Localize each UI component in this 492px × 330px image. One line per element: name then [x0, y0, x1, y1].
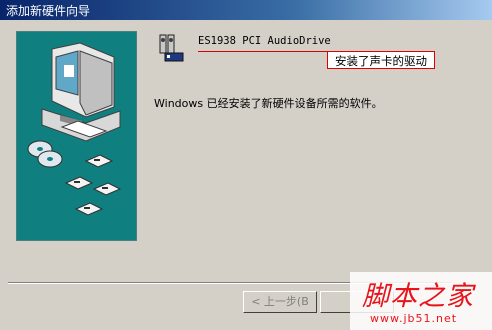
watermark-url: www.jb51.net	[370, 312, 458, 325]
window-title: 添加新硬件向导	[6, 4, 91, 18]
back-button[interactable]: < 上一步(B	[243, 291, 317, 313]
wizard-illustration	[16, 31, 137, 241]
install-message: Windows 已经安装了新硬件设备所需的软件。	[154, 97, 383, 110]
watermark-text: 脚本之家	[362, 281, 474, 312]
watermark: 脚本之家 www.jb51.net	[350, 272, 492, 330]
device-name: ES1938 PCI AudioDrive	[198, 35, 331, 47]
title-bar[interactable]: 添加新硬件向导	[0, 0, 492, 20]
wizard-window: 添加新硬件向导 ES1938 PCI AudioDrive 安装了声卡的驱动 W…	[0, 0, 492, 330]
annotation-callout: 安装了声卡的驱动	[327, 51, 435, 69]
annotation-line	[198, 51, 328, 52]
speaker-device-icon	[157, 32, 187, 64]
computer-icon	[41, 42, 121, 142]
